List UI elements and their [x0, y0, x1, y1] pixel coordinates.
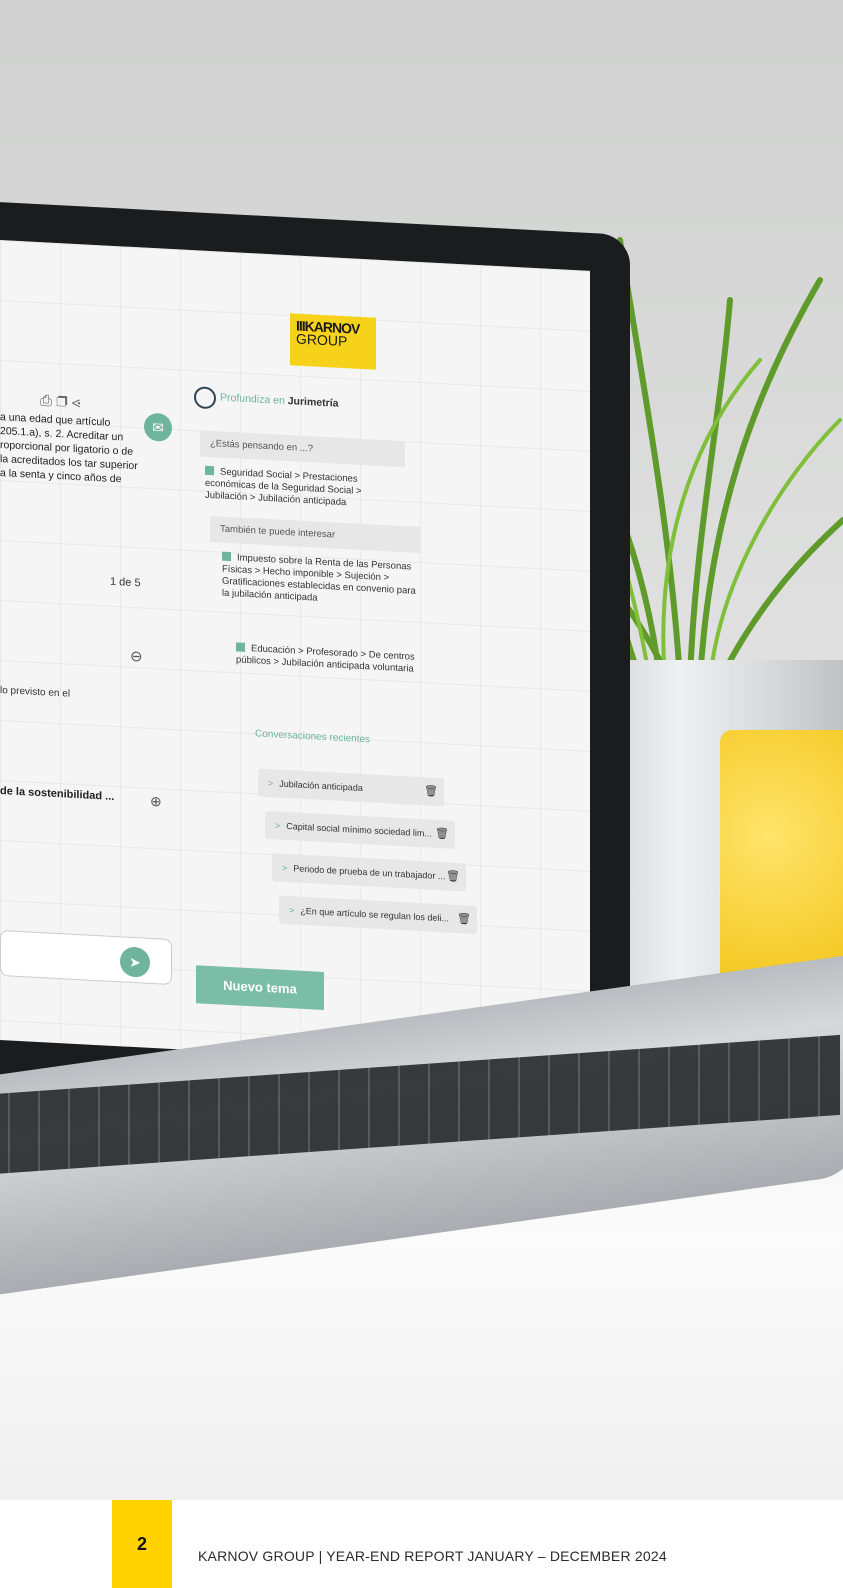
trash-icon[interactable]: 🗑 [457, 905, 471, 934]
answer-toolbar: ⎙ ❐ ⋖ [40, 392, 80, 411]
page-number: 2 [112, 1500, 172, 1588]
copy-icon[interactable]: ❐ [56, 393, 67, 411]
topic-square-icon [236, 642, 245, 652]
trash-icon[interactable]: 🗑 [424, 777, 438, 806]
topic-square-icon [205, 465, 214, 476]
karnov-logo: IIIKARNOV GROUP [290, 313, 376, 370]
share-icon[interactable]: ⋖ [72, 394, 80, 411]
magnifier-icon [194, 386, 216, 410]
send-button[interactable]: ➤ [120, 946, 150, 978]
result-counter: 1 de 5 [110, 575, 141, 590]
footer-title: KARNOV GROUP | YEAR-END REPORT JANUARY –… [198, 1548, 667, 1564]
trash-icon[interactable]: 🗑 [446, 862, 460, 891]
chat-icon[interactable]: ✉ [144, 412, 172, 443]
new-topic-button[interactable]: Nuevo tema [196, 965, 324, 1010]
answer-text: a una edad que artículo 205.1.a), s. 2. … [0, 411, 138, 486]
trash-icon[interactable]: 🗑 [435, 820, 449, 849]
laptop-photo: IIIKARNOV GROUP ⎙ ❐ ⋖ ✉ a una edad que a… [0, 0, 843, 1500]
expand-icon[interactable]: ⊕ [150, 793, 162, 811]
collapse-icon[interactable]: ⊖ [130, 647, 143, 666]
topic-square-icon [222, 551, 231, 562]
laptop-screen: IIIKARNOV GROUP ⎙ ❐ ⋖ ✉ a una edad que a… [0, 240, 590, 1071]
print-icon[interactable]: ⎙ [40, 392, 52, 410]
